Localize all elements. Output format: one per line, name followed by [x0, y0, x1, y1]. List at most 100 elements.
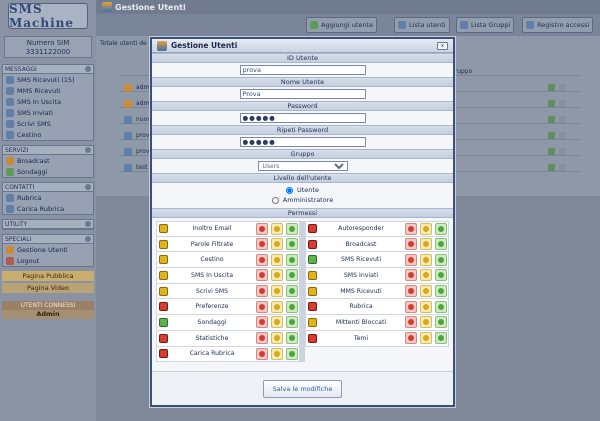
- permission-red-button[interactable]: [256, 316, 269, 329]
- permission-green-button[interactable]: [285, 347, 298, 360]
- collapse-icon[interactable]: [85, 66, 91, 72]
- section-head[interactable]: MESSAGGI: [3, 65, 93, 74]
- repeat-password-input[interactable]: [239, 137, 366, 147]
- level-admin-radio[interactable]: [271, 196, 279, 204]
- permission-red-button[interactable]: [256, 253, 269, 266]
- edit-icon[interactable]: [548, 100, 555, 107]
- delete-icon[interactable]: [559, 164, 566, 171]
- permission-green-button[interactable]: [434, 253, 447, 266]
- row-actions[interactable]: [548, 100, 566, 108]
- permission-red-button[interactable]: [256, 222, 269, 235]
- section-head[interactable]: SERVIZI: [3, 146, 93, 155]
- permission-yellow-button[interactable]: [270, 332, 283, 345]
- permission-green-button[interactable]: [285, 332, 298, 345]
- group-list-button[interactable]: Lista Gruppi: [456, 17, 515, 33]
- permission-yellow-button[interactable]: [270, 285, 283, 298]
- sidebar-item-sms-ricevuti[interactable]: SMS Ricevuti (15): [3, 74, 93, 85]
- permission-green-button[interactable]: [434, 300, 447, 313]
- level-utente-radio[interactable]: [286, 186, 293, 194]
- row-actions[interactable]: [548, 132, 566, 140]
- edit-icon[interactable]: [548, 132, 555, 139]
- permission-yellow-button[interactable]: [270, 222, 283, 235]
- permission-green-button[interactable]: [434, 238, 447, 251]
- group-select[interactable]: Users: [257, 161, 348, 171]
- save-button[interactable]: Salva le modifiche: [262, 379, 343, 398]
- permission-green-button[interactable]: [434, 222, 447, 235]
- edit-icon[interactable]: [548, 84, 555, 91]
- permission-red-button[interactable]: [256, 347, 269, 360]
- sidebar-item-sondaggi[interactable]: Sondaggi: [3, 166, 93, 177]
- permission-red-button[interactable]: [405, 238, 418, 251]
- delete-icon[interactable]: [559, 84, 566, 91]
- sidebar-item-gestione-utenti[interactable]: Gestione Utenti: [3, 244, 93, 255]
- sidebar-item-mms-ricevuti[interactable]: MMS Ricevuti: [3, 85, 93, 96]
- row-actions[interactable]: [548, 164, 566, 172]
- sidebar-item-sms-inviati[interactable]: SMS Inviati: [3, 107, 93, 118]
- delete-icon[interactable]: [559, 148, 566, 155]
- delete-icon[interactable]: [559, 132, 566, 139]
- password-input[interactable]: [239, 113, 366, 123]
- permission-red-button[interactable]: [256, 300, 269, 313]
- sidebar-item-logout[interactable]: Logout: [3, 255, 93, 266]
- permission-yellow-button[interactable]: [419, 285, 432, 298]
- permission-red-button[interactable]: [405, 316, 418, 329]
- dialog-title-bar[interactable]: Gestione Utenti x: [152, 39, 453, 53]
- permission-green-button[interactable]: [285, 253, 298, 266]
- permission-red-button[interactable]: [256, 238, 269, 251]
- close-button[interactable]: x: [437, 42, 448, 50]
- section-head[interactable]: UTILITY: [3, 220, 93, 229]
- section-head[interactable]: SPECIALI: [3, 235, 93, 244]
- section-head[interactable]: CONTATTI: [3, 183, 93, 192]
- permission-green-button[interactable]: [434, 269, 447, 282]
- permission-yellow-button[interactable]: [419, 316, 432, 329]
- permission-yellow-button[interactable]: [270, 300, 283, 313]
- permission-red-button[interactable]: [405, 222, 418, 235]
- permission-red-button[interactable]: [405, 253, 418, 266]
- edit-icon[interactable]: [548, 164, 555, 171]
- permission-yellow-button[interactable]: [270, 269, 283, 282]
- delete-icon[interactable]: [559, 100, 566, 107]
- user-id-input[interactable]: [239, 65, 366, 75]
- permission-green-button[interactable]: [434, 332, 447, 345]
- permission-yellow-button[interactable]: [419, 269, 432, 282]
- permission-red-button[interactable]: [405, 332, 418, 345]
- permission-yellow-button[interactable]: [270, 238, 283, 251]
- user-name-input[interactable]: [239, 89, 366, 99]
- access-log-button[interactable]: Registro accessi: [522, 17, 594, 33]
- permission-red-button[interactable]: [405, 269, 418, 282]
- permission-red-button[interactable]: [256, 285, 269, 298]
- row-actions[interactable]: [548, 116, 566, 124]
- user-list-button[interactable]: Lista utenti: [394, 17, 450, 33]
- sidebar-item-sms-uscita[interactable]: SMS In Uscita: [3, 96, 93, 107]
- permission-yellow-button[interactable]: [419, 332, 432, 345]
- sidebar-item-broadcast[interactable]: Broadcast: [3, 155, 93, 166]
- permission-yellow-button[interactable]: [270, 253, 283, 266]
- sidebar-item-rubrica[interactable]: Rubrica: [3, 192, 93, 203]
- sidebar-item-carica-rubrica[interactable]: Carica Rubrica: [3, 203, 93, 214]
- permission-yellow-button[interactable]: [419, 253, 432, 266]
- collapse-icon[interactable]: [85, 184, 91, 190]
- permission-red-button[interactable]: [405, 285, 418, 298]
- permission-red-button[interactable]: [405, 300, 418, 313]
- permission-green-button[interactable]: [285, 285, 298, 298]
- collapse-icon[interactable]: [85, 147, 91, 153]
- collapse-icon[interactable]: [85, 236, 91, 242]
- permission-green-button[interactable]: [285, 316, 298, 329]
- permission-green-button[interactable]: [285, 269, 298, 282]
- public-page-link[interactable]: Pagina Pubblica: [2, 271, 94, 281]
- permission-yellow-button[interactable]: [270, 347, 283, 360]
- row-actions[interactable]: [548, 84, 566, 92]
- permission-green-button[interactable]: [285, 238, 298, 251]
- edit-icon[interactable]: [548, 116, 555, 123]
- permission-yellow-button[interactable]: [419, 222, 432, 235]
- video-page-link[interactable]: Pagina Video: [2, 283, 94, 293]
- edit-icon[interactable]: [548, 148, 555, 155]
- sidebar-item-cestino[interactable]: Cestino: [3, 129, 93, 140]
- permission-yellow-button[interactable]: [419, 238, 432, 251]
- permission-red-button[interactable]: [256, 269, 269, 282]
- delete-icon[interactable]: [559, 116, 566, 123]
- permission-green-button[interactable]: [434, 285, 447, 298]
- collapse-icon[interactable]: [85, 221, 91, 227]
- permission-green-button[interactable]: [285, 222, 298, 235]
- permission-yellow-button[interactable]: [419, 300, 432, 313]
